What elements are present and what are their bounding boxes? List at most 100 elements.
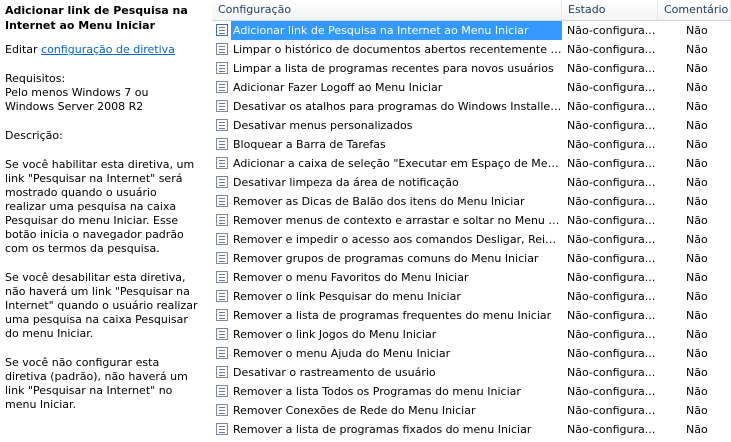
policy-setting-icon [216,252,228,264]
setting-state: Não-configura... [567,347,656,360]
setting-comment: Não [686,252,708,265]
settings-list: Configuração Estado Comentário Adicionar… [212,0,731,442]
policy-setting-icon [216,366,228,378]
column-header-setting[interactable]: Configuração [212,0,562,20]
policy-title: Adicionar link de Pesquisa na Internet a… [5,4,188,32]
setting-state: Não-configura... [567,309,656,322]
policy-setting-icon [216,328,228,340]
setting-comment: Não [686,195,708,208]
edit-policy-setting-link[interactable]: configuração de diretiva [41,43,175,56]
edit-prefix: Editar [5,43,42,56]
table-row[interactable]: Remover a lista de programas frequentes … [212,306,731,325]
table-row[interactable]: Desativar os atalhos para programas do W… [212,97,731,116]
setting-comment: Não [686,423,708,436]
setting-state: Não-configura... [567,62,656,75]
setting-comment: Não [686,309,708,322]
policy-setting-icon [216,43,228,55]
policy-setting-icon [216,24,228,36]
setting-state: Não-configura... [567,252,656,265]
setting-state: Não-configura... [567,176,656,189]
policy-description-pane: Adicionar link de Pesquisa na Internet a… [0,0,205,442]
setting-comment: Não [686,366,708,379]
setting-state: Não-configura... [567,366,656,379]
policy-setting-icon [216,347,228,359]
setting-name: Remover a lista de programas frequentes … [233,309,552,322]
table-row[interactable]: Remover menus de contexto e arrastar e s… [212,211,731,230]
setting-comment: Não [686,233,708,246]
setting-name: Remover o link Pesquisar do menu Iniciar [233,290,461,303]
setting-name: Remover o menu Favoritos do Menu Iniciar [233,271,469,284]
table-row[interactable]: Remover o menu Favoritos do Menu Iniciar… [212,268,731,287]
setting-name: Remover Conexões de Rede do Menu Iniciar [233,404,476,417]
setting-name: Adicionar link de Pesquisa na Internet a… [231,21,562,40]
setting-state: Não-configura... [567,385,656,398]
setting-comment: Não [686,157,708,170]
policy-setting-icon [216,290,228,302]
setting-state: Não-configura... [567,423,656,436]
table-row[interactable]: Desativar o rastreamento de usuário Não-c… [212,363,731,382]
policy-setting-icon [216,157,228,169]
setting-name: Remover a lista Todos os Programas do me… [233,385,521,398]
policy-setting-icon [216,119,228,131]
table-row[interactable]: Limpar o histórico de documentos abertos… [212,40,731,59]
setting-comment: Não [686,119,708,132]
requirements-text: Pelo menos Windows 7 ou Windows Server 2… [5,86,149,113]
setting-state: Não-configura... [567,404,656,417]
setting-name: Desativar limpeza da área de notificação [233,176,459,189]
policy-setting-icon [216,271,228,283]
description-paragraph-2: Se você desabilitar esta diretiva, não h… [5,271,198,340]
table-row[interactable]: Adicionar Fazer Logoff ao Menu Iniciar Nã… [212,78,731,97]
table-row[interactable]: Desativar menus personalizados Não-config… [212,116,731,135]
setting-state: Não-configura... [567,157,656,170]
description-paragraph-3: Se você não configurar esta diretiva (pa… [5,356,188,411]
setting-name: Desativar o rastreamento de usuário [233,366,436,379]
policy-setting-icon [216,62,228,74]
setting-comment: Não [686,214,708,227]
setting-comment: Não [686,62,708,75]
table-row[interactable]: Remover o link Jogos do Menu Iniciar Não-… [212,325,731,344]
setting-state: Não-configura... [567,214,656,227]
setting-state: Não-configura... [567,233,656,246]
setting-state: Não-configura... [567,271,656,284]
setting-comment: Não [686,347,708,360]
edit-line: Editar configuração de diretiva [5,43,199,57]
setting-comment: Não [686,271,708,284]
setting-comment: Não [686,100,708,113]
policy-setting-icon [216,81,228,93]
table-row[interactable]: Remover as Dicas de Balão dos itens do M… [212,192,731,211]
column-header-comment[interactable]: Comentário [658,0,731,20]
setting-state: Não-configura... [567,24,656,37]
policy-setting-icon [216,214,228,226]
setting-state: Não-configura... [567,100,656,113]
table-row[interactable]: Limpar a lista de programas recentes par… [212,59,731,78]
setting-comment: Não [686,24,708,37]
table-row[interactable]: Remover o link Pesquisar do menu Iniciar… [212,287,731,306]
policy-setting-icon [216,176,228,188]
setting-state: Não-configura... [567,81,656,94]
settings-rows: Adicionar link de Pesquisa na Internet a… [212,21,731,439]
setting-name: Bloquear a Barra de Tarefas [233,138,386,151]
table-row[interactable]: Remover grupos de programas comuns do Me… [212,249,731,268]
table-row[interactable]: Bloquear a Barra de Tarefas Não-configura… [212,135,731,154]
table-row[interactable]: Desativar limpeza da área de notificação… [212,173,731,192]
setting-name: Desativar os atalhos para programas do W… [233,100,562,113]
policy-setting-icon [216,138,228,150]
table-row[interactable]: Remover a lista Todos os Programas do me… [212,382,731,401]
setting-name: Remover o link Jogos do Menu Iniciar [233,328,437,341]
table-row[interactable]: Adicionar a caixa de seleção "Executar e… [212,154,731,173]
table-row[interactable]: Remover Conexões de Rede do Menu Iniciar… [212,401,731,420]
column-header-state[interactable]: Estado [562,0,658,20]
setting-comment: Não [686,404,708,417]
table-row[interactable]: Adicionar link de Pesquisa na Internet a… [212,21,731,40]
description-paragraph-1: Se você habilitar esta diretiva, um link… [5,158,195,255]
table-row[interactable]: Remover o menu Ajuda do Menu Iniciar Não-… [212,344,731,363]
table-row[interactable]: Remover e impedir o acesso aos comandos … [212,230,731,249]
setting-name: Limpar o histórico de documentos abertos… [233,43,562,56]
table-row[interactable]: Remover a lista de programas fixados do … [212,420,731,439]
setting-comment: Não [686,81,708,94]
policy-setting-icon [216,195,228,207]
policy-setting-icon [216,100,228,112]
setting-name: Adicionar a caixa de seleção "Executar e… [233,157,562,170]
setting-state: Não-configura... [567,119,656,132]
setting-comment: Não [686,385,708,398]
